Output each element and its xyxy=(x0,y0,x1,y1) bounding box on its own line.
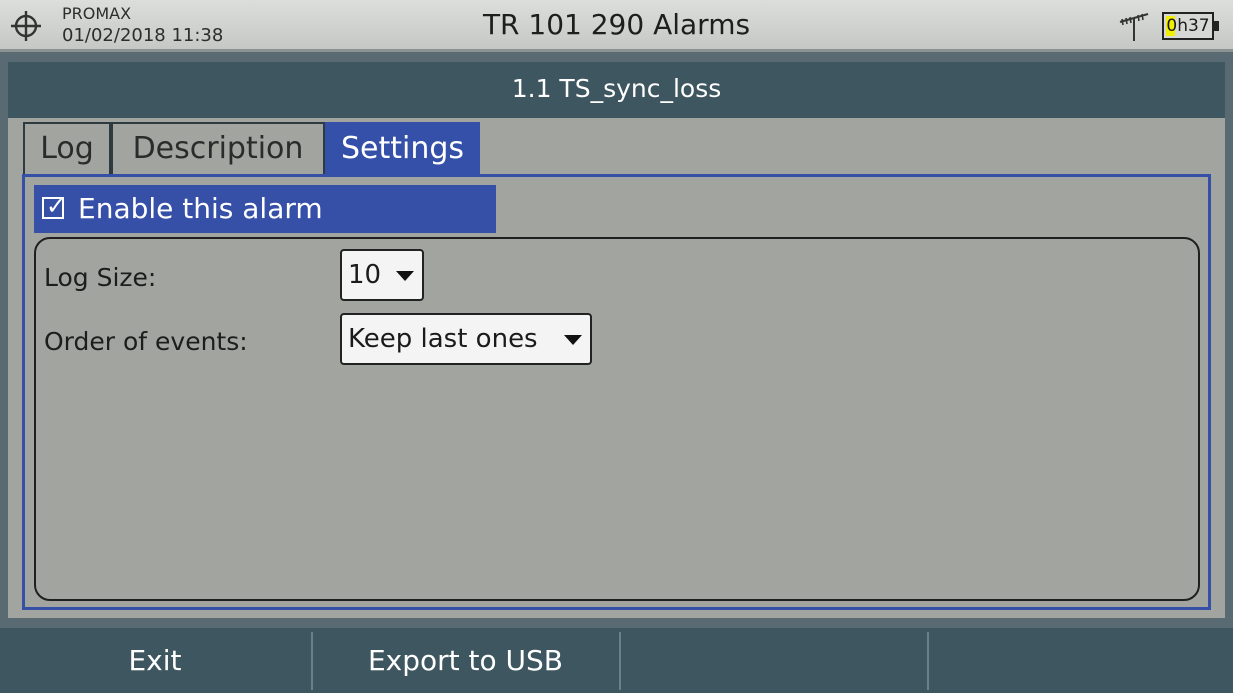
battery-tip xyxy=(1214,21,1219,31)
softkey-bar: Exit Export to USB xyxy=(0,628,1233,693)
dropdown-arrow-icon xyxy=(564,335,582,345)
export-to-usb-button[interactable]: Export to USB xyxy=(313,628,618,693)
antenna-icon xyxy=(1119,13,1149,41)
tab-settings[interactable]: Settings xyxy=(325,122,480,174)
alarm-panel: Log Description Settings ✓ Enable this a… xyxy=(8,118,1225,618)
exit-button[interactable]: Exit xyxy=(0,628,310,693)
tab-description[interactable]: Description xyxy=(111,122,325,174)
log-size-label: Log Size: xyxy=(44,263,157,292)
settings-content: ✓ Enable this alarm Log Size: 10 Order o… xyxy=(22,174,1211,610)
settings-box: Log Size: 10 Order of events: Keep last … xyxy=(34,237,1200,601)
dropdown-arrow-icon xyxy=(396,271,414,281)
softkey-4[interactable] xyxy=(929,628,1233,693)
enable-alarm-label: Enable this alarm xyxy=(78,192,323,225)
order-of-events-value: Keep last ones xyxy=(348,324,538,354)
screen: PROMAX 01/02/2018 11:38 TR 101 290 Alarm… xyxy=(0,0,1233,693)
log-size-value: 10 xyxy=(348,260,382,290)
log-size-select[interactable]: 10 xyxy=(340,249,424,301)
battery-icon: 0h37 xyxy=(1162,12,1220,40)
status-bar: PROMAX 01/02/2018 11:38 TR 101 290 Alarm… xyxy=(0,0,1233,52)
alarm-header: 1.1 TS_sync_loss xyxy=(8,62,1225,118)
window-title: TR 101 290 Alarms xyxy=(482,8,751,41)
check-icon: ✓ xyxy=(46,192,67,220)
alarm-name: 1.1 TS_sync_loss xyxy=(511,74,722,103)
order-of-events-label: Order of events: xyxy=(44,327,248,356)
tab-log[interactable]: Log xyxy=(23,122,111,174)
order-of-events-select[interactable]: Keep last ones xyxy=(340,313,592,365)
softkey-3[interactable] xyxy=(621,628,926,693)
battery-time: 0h37 xyxy=(1166,16,1210,36)
enable-alarm-row[interactable]: ✓ Enable this alarm xyxy=(34,185,496,233)
enable-alarm-checkbox[interactable]: ✓ xyxy=(42,192,66,220)
